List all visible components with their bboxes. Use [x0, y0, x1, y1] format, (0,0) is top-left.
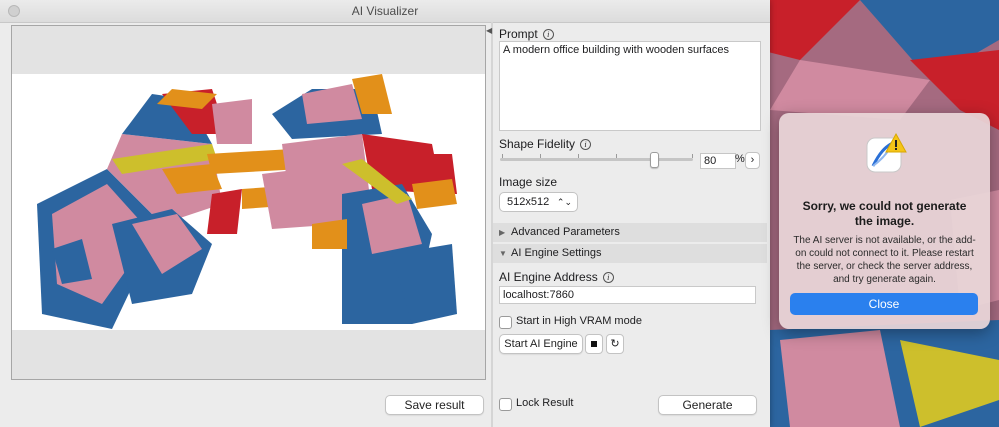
start-ai-engine-button[interactable]: Start AI Engine: [499, 334, 583, 354]
disclosure-down-icon: ▼: [499, 249, 507, 258]
info-icon[interactable]: i: [602, 272, 614, 283]
prompt-label-row: Prompt i: [499, 27, 554, 41]
ai-engine-settings-label: AI Engine Settings: [511, 247, 602, 259]
ai-visualizer-window: AI Visualizer Save result ◀ Prompt i A m…: [0, 0, 770, 427]
percent-unit: %: [735, 153, 745, 165]
slider-tick: [578, 154, 579, 158]
window-title: AI Visualizer: [351, 4, 419, 18]
info-icon[interactable]: i: [542, 29, 554, 40]
shape-fidelity-slider[interactable]: [500, 158, 693, 161]
high-vram-label: Start in High VRAM mode: [516, 315, 642, 327]
shape-fidelity-value-field[interactable]: 80: [700, 153, 736, 169]
engine-address-label: AI Engine Address: [499, 270, 598, 284]
info-icon[interactable]: i: [580, 139, 592, 150]
generate-button[interactable]: Generate: [658, 395, 757, 415]
alert-message: The AI server is not available, or the a…: [793, 235, 976, 285]
slider-tick: [540, 154, 541, 158]
image-size-select[interactable]: 512x512 ⌃⌄: [499, 192, 578, 212]
prompt-label: Prompt: [499, 27, 538, 41]
chevron-updown-icon: ⌃⌄: [556, 197, 572, 207]
chevron-right-icon[interactable]: ›: [745, 152, 760, 169]
collapse-arrow-icon[interactable]: ◀: [486, 26, 492, 35]
error-alert-dialog: Sorry, we could not generate the image. …: [779, 113, 990, 329]
alert-close-button[interactable]: Close: [790, 293, 978, 315]
engine-address-input[interactable]: localhost:7860: [499, 286, 756, 304]
generated-preview-image: [12, 74, 485, 330]
prompt-textarea[interactable]: A modern office building with wooden sur…: [499, 41, 761, 131]
shape-fidelity-label: Shape Fidelity: [499, 137, 576, 151]
lock-result-label: Lock Result: [516, 397, 574, 409]
slider-tick: [616, 154, 617, 158]
slider-knob[interactable]: [650, 152, 660, 168]
advanced-parameters-label: Advanced Parameters: [511, 226, 620, 238]
save-result-button[interactable]: Save result: [385, 395, 484, 415]
high-vram-checkbox[interactable]: [499, 316, 512, 329]
disclosure-right-icon: ▶: [499, 228, 506, 237]
engine-address-label-row: AI Engine Address i: [499, 270, 614, 284]
slider-tick: [502, 154, 503, 158]
restart-engine-button[interactable]: ↻: [606, 334, 624, 354]
image-size-label: Image size: [499, 175, 558, 189]
advanced-parameters-section[interactable]: ▶ Advanced Parameters: [493, 223, 767, 242]
slider-tick: [692, 154, 693, 158]
stop-engine-button[interactable]: [585, 334, 603, 354]
title-bar[interactable]: AI Visualizer: [0, 0, 770, 23]
lock-result-checkbox[interactable]: [499, 398, 512, 411]
preview-area: [11, 25, 486, 380]
image-size-value: 512x512: [507, 196, 550, 208]
refresh-icon: ↻: [610, 338, 620, 350]
stop-icon: [591, 341, 597, 347]
ai-engine-settings-section[interactable]: ▼ AI Engine Settings: [493, 244, 767, 263]
alert-title: Sorry, we could not generate the image.: [802, 199, 967, 228]
warning-app-icon: [866, 132, 907, 173]
shape-fidelity-label-row: Shape Fidelity i: [499, 137, 592, 151]
